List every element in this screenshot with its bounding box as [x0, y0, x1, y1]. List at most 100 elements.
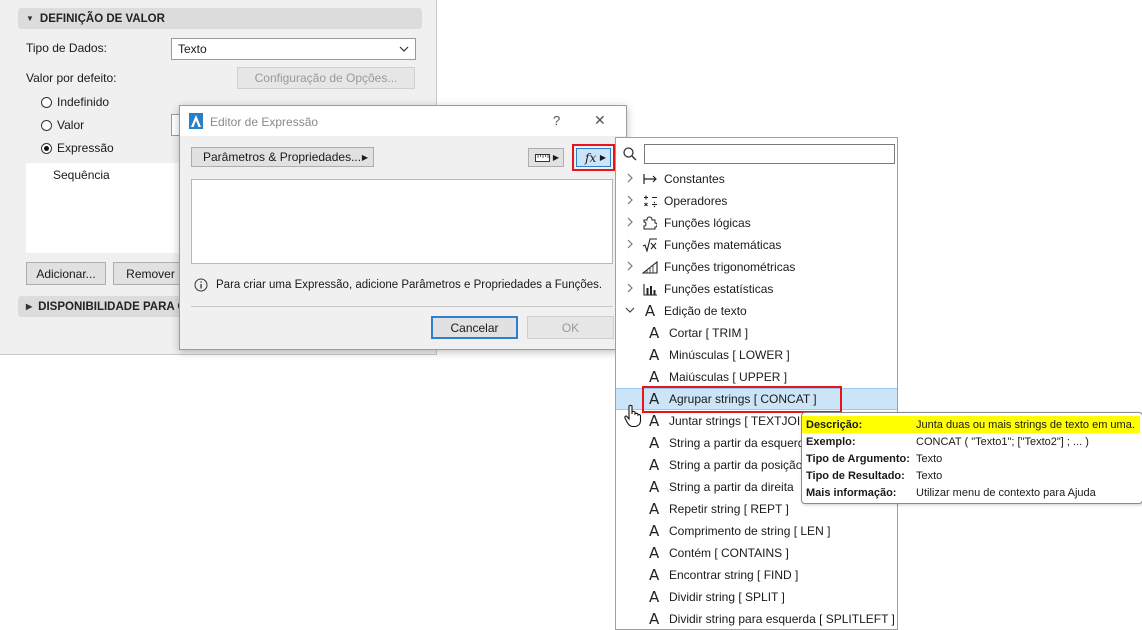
text-a-icon: A	[649, 390, 660, 408]
tooltip-row: Tipo de Argumento: Texto	[802, 450, 1140, 467]
dialog-titlebar[interactable]: Editor de Expressão ? ✕	[180, 106, 626, 136]
category-label: Funções trigonométricas	[664, 260, 796, 274]
category-row[interactable]: Funções trigonométricas	[616, 256, 897, 278]
cancel-button[interactable]: Cancelar	[431, 316, 518, 339]
text-a-icon: A	[649, 368, 660, 386]
add-button[interactable]: Adicionar...	[26, 262, 106, 285]
category-label: Operadores	[664, 194, 728, 208]
category-label: Constantes	[664, 172, 725, 186]
radio-expression-label: Expressão	[57, 141, 114, 155]
function-label: Dividir string [ SPLIT ]	[669, 590, 785, 604]
tooltip-key: Tipo de Resultado:	[806, 469, 905, 482]
dialog-title: Editor de Expressão	[210, 115, 319, 129]
function-list-popup: Constantes Operadores Funções lógicas Funçõ…	[615, 137, 898, 630]
category-row[interactable]: Operadores	[616, 190, 897, 212]
data-type-value: Texto	[178, 42, 207, 56]
expression-text-area[interactable]	[191, 179, 613, 264]
radio-undefined[interactable]: Indefinido	[41, 95, 109, 109]
tooltip-value: Texto	[916, 469, 943, 482]
section-header-value-definition[interactable]: ▼ DEFINIÇÃO DE VALOR	[18, 8, 422, 29]
chevron-right-icon[interactable]	[624, 239, 636, 252]
function-label: Dividir string para esquerda [ SPLITLEFT…	[669, 612, 895, 626]
function-label: Juntar strings [ TEXTJOIN ]	[669, 414, 816, 428]
remove-button[interactable]: Remover	[113, 262, 188, 285]
arrow-right-icon: ▶	[361, 152, 368, 162]
text-a-icon: A	[644, 302, 656, 320]
chevron-right-icon[interactable]	[624, 195, 636, 208]
category-row[interactable]: Funções estatísticas	[616, 278, 897, 300]
puzzle-icon	[642, 216, 658, 230]
tooltip-key: Exemplo:	[806, 435, 856, 448]
fx-icon: fx	[585, 150, 597, 165]
chevron-right-icon[interactable]	[624, 217, 636, 230]
app-logo-icon	[189, 113, 203, 129]
function-item[interactable]: A Minúsculas [ LOWER ]	[616, 344, 897, 366]
help-button[interactable]: ?	[553, 113, 560, 128]
function-label: Maiúsculas [ UPPER ]	[669, 370, 788, 384]
params-button-label: Parâmetros & Propriedades...	[203, 150, 362, 164]
category-row[interactable]: Funções lógicas	[616, 212, 897, 234]
tooltip-value: CONCAT ( "Texto1"; ["Texto2"] ; ... )	[916, 435, 1089, 448]
chevron-down-icon[interactable]	[624, 305, 636, 317]
ok-button[interactable]: OK	[527, 316, 614, 339]
category-row[interactable]: Funções matemáticas	[616, 234, 897, 256]
function-item[interactable]: A Dividir string [ SPLIT ]	[616, 586, 897, 608]
text-a-icon: A	[649, 456, 660, 474]
function-item[interactable]: A Contém [ CONTAINS ]	[616, 542, 897, 564]
function-label: Cortar [ TRIM ]	[669, 326, 749, 340]
radio-expression[interactable]: Expressão	[41, 141, 114, 155]
section-title: DEFINIÇÃO DE VALOR	[39, 12, 165, 25]
text-a-icon: A	[649, 588, 660, 606]
tooltip-value: Utilizar menu de contexto para Ajuda	[916, 486, 1096, 499]
function-search-input[interactable]	[644, 144, 895, 164]
function-label: Comprimento de string [ LEN ]	[669, 524, 831, 538]
options-config-button[interactable]: Configuração de Opções...	[237, 67, 415, 89]
close-button[interactable]: ✕	[594, 112, 606, 129]
chevron-right-icon[interactable]	[624, 173, 636, 186]
tooltip-key: Descrição:	[806, 418, 863, 431]
hand-cursor-icon	[624, 404, 642, 428]
ruler-icon	[535, 153, 550, 162]
fx-function-button[interactable]: fx ▶	[576, 148, 611, 167]
tooltip-row: Exemplo: CONCAT ( "Texto1"; ["Texto2"] ; …	[802, 433, 1140, 450]
expression-list[interactable]: Sequência	[26, 163, 186, 253]
function-item[interactable]: A Encontrar string [ FIND ]	[616, 564, 897, 586]
arrow-right-icon: ▶	[552, 153, 559, 162]
category-label: Funções estatísticas	[664, 282, 774, 296]
function-item[interactable]: A Agrupar strings [ CONCAT ]	[616, 388, 897, 410]
function-label: Minúsculas [ LOWER ]	[669, 348, 790, 362]
radio-selected-icon	[41, 142, 52, 154]
text-a-icon: A	[649, 522, 660, 540]
data-type-label: Tipo de Dados:	[26, 41, 107, 55]
function-item[interactable]: A Maiúsculas [ UPPER ]	[616, 366, 897, 388]
radio-value[interactable]: Valor	[41, 118, 84, 132]
text-a-icon: A	[649, 544, 660, 562]
radio-circle-icon	[41, 119, 52, 131]
tooltip-row: Tipo de Resultado: Texto	[802, 467, 1140, 484]
chevron-right-icon[interactable]	[624, 283, 636, 296]
function-tooltip: Descrição: Junta duas ou mais strings de …	[801, 412, 1142, 504]
function-label: Contém [ CONTAINS ]	[669, 546, 789, 560]
separator	[191, 306, 613, 307]
text-a-icon: A	[649, 478, 660, 496]
data-type-combo[interactable]: Texto	[171, 38, 416, 60]
collapse-triangle-icon: ▼	[26, 14, 34, 23]
radio-circle-icon	[41, 96, 52, 108]
function-label: Agrupar strings [ CONCAT ]	[669, 392, 817, 406]
radio-value-label: Valor	[57, 118, 85, 132]
text-a-icon: A	[649, 434, 660, 452]
tooltip-value: Junta duas ou mais strings de texto em u…	[916, 418, 1135, 431]
params-properties-button[interactable]: Parâmetros & Propriedades... ▶	[191, 147, 374, 167]
sequence-item[interactable]: Sequência	[53, 168, 110, 182]
category-label: Funções matemáticas	[664, 238, 782, 252]
text-a-icon: A	[649, 500, 660, 518]
tooltip-key: Tipo de Argumento:	[806, 452, 910, 465]
function-item[interactable]: A Dividir string para esquerda [ SPLITLEF…	[616, 608, 897, 630]
chevron-right-icon[interactable]	[624, 261, 636, 274]
function-item[interactable]: A Comprimento de string [ LEN ]	[616, 520, 897, 542]
category-row[interactable]: A Edição de texto	[616, 300, 897, 322]
category-row[interactable]: Constantes	[616, 168, 897, 190]
function-item[interactable]: A Cortar [ TRIM ]	[616, 322, 897, 344]
units-button[interactable]: ▶	[528, 148, 564, 167]
section-header-availability[interactable]: ▶ DISPONIBILIDADE PARA CL	[18, 296, 188, 317]
